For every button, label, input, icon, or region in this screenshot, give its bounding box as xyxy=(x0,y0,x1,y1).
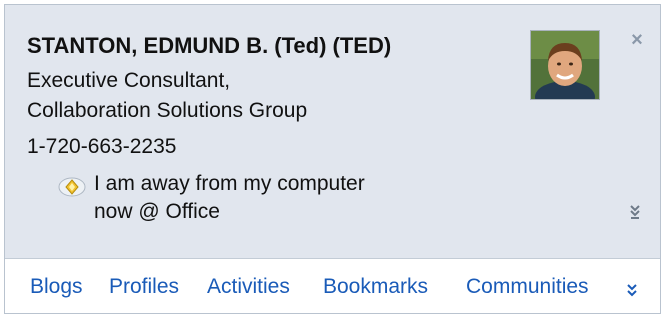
link-communities[interactable]: Communities xyxy=(466,275,589,299)
department: Collaboration Solutions Group xyxy=(27,99,308,122)
expand-more-icon[interactable] xyxy=(627,201,643,221)
link-bookmarks[interactable]: Bookmarks xyxy=(323,275,428,299)
business-card: STANTON, EDMUND B. (Ted) (TED) Executive… xyxy=(4,4,661,314)
away-status-icon xyxy=(57,176,87,198)
close-icon[interactable]: × xyxy=(626,29,648,51)
phone-number[interactable]: 1-720-663-2235 xyxy=(27,135,176,159)
link-blogs[interactable]: Blogs xyxy=(30,275,83,299)
chevron-double-down-icon[interactable] xyxy=(625,281,639,299)
person-summary: STANTON, EDMUND B. (Ted) (TED) Executive… xyxy=(5,5,660,259)
person-name: STANTON, EDMUND B. (Ted) (TED) xyxy=(27,33,392,58)
status-message-line1: I am away from my computer xyxy=(94,172,365,195)
link-profiles[interactable]: Profiles xyxy=(109,275,179,299)
link-bar: Blogs Profiles Activities Bookmarks Comm… xyxy=(5,259,660,313)
link-activities[interactable]: Activities xyxy=(207,275,290,299)
job-title: Executive Consultant, xyxy=(27,69,231,92)
status-message-line2: now @ Office xyxy=(94,200,220,223)
avatar[interactable] xyxy=(530,30,600,100)
